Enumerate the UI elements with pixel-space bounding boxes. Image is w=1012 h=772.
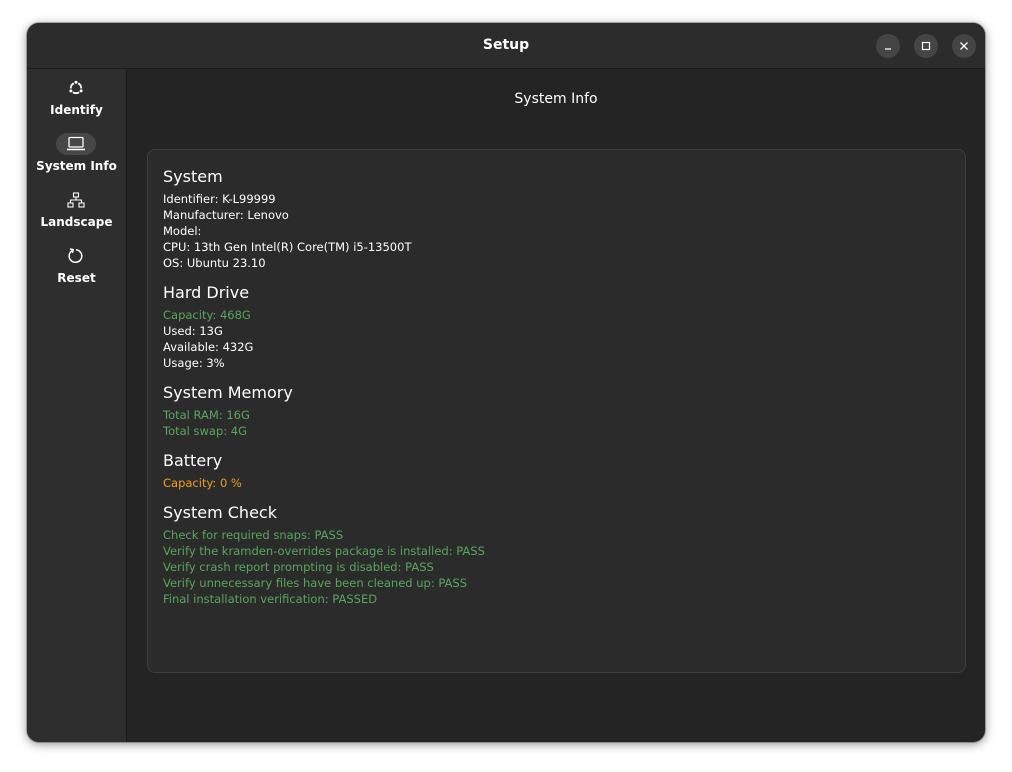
- sidebar-item-reset[interactable]: Reset: [27, 245, 126, 301]
- system-check-item: Verify the kramden-overrides package is …: [163, 544, 485, 558]
- hard-drive-capacity: Capacity: 468G: [163, 308, 251, 322]
- close-button[interactable]: [952, 34, 976, 58]
- maximize-button[interactable]: [914, 34, 938, 58]
- memory-total-ram: Total RAM: 16G: [163, 408, 250, 422]
- section-heading-memory: System Memory: [163, 383, 293, 402]
- system-os: OS: Ubuntu 23.10: [163, 256, 266, 270]
- memory-total-swap: Total swap: 4G: [163, 424, 248, 438]
- hard-drive-available: Available: 432G: [163, 340, 254, 354]
- battery-capacity: Capacity: 0 %: [163, 476, 242, 490]
- sidebar-item-identify[interactable]: Identify: [27, 77, 126, 133]
- sidebar-item-label: Landscape: [40, 215, 113, 229]
- section-heading-system: System: [163, 167, 223, 186]
- sidebar: Identify System Info Landscape Reset: [27, 69, 127, 742]
- close-icon: [960, 42, 968, 50]
- minimize-button[interactable]: [876, 34, 900, 58]
- network-icon: [56, 189, 96, 211]
- sidebar-item-landscape[interactable]: Landscape: [27, 189, 126, 245]
- computer-icon: [56, 133, 96, 155]
- section-heading-hard-drive: Hard Drive: [163, 283, 250, 302]
- ubuntu-logo-icon: [56, 77, 96, 99]
- hard-drive-used: Used: 13G: [163, 324, 223, 338]
- section-heading-battery: Battery: [163, 451, 223, 470]
- section-heading-system-check: System Check: [163, 503, 277, 522]
- reset-icon: [56, 245, 96, 267]
- minimize-icon: [885, 48, 891, 50]
- page-title: System Info: [514, 91, 598, 107]
- maximize-icon: [921, 41, 931, 51]
- system-info-card: System Identifier: K-L99999 Manufacturer…: [147, 149, 966, 673]
- sidebar-item-label: Reset: [57, 271, 96, 285]
- system-manufacturer: Manufacturer: Lenovo: [163, 208, 289, 222]
- system-cpu: CPU: 13th Gen Intel(R) Core(TM) i5-13500…: [163, 240, 412, 254]
- system-identifier: Identifier: K-L99999: [163, 192, 276, 206]
- main-content: System Info System Identifier: K-L99999 …: [127, 69, 985, 742]
- sidebar-item-system-info[interactable]: System Info: [27, 133, 126, 189]
- sidebar-item-label: Identify: [50, 103, 103, 117]
- setup-window: Setup Identify System Info Landscape Res…: [27, 23, 985, 742]
- system-check-item: Verify unnecessary files have been clean…: [163, 576, 468, 590]
- window-title: Setup: [482, 37, 530, 53]
- sidebar-item-label: System Info: [36, 159, 117, 173]
- system-check-item: Check for required snaps: PASS: [163, 528, 344, 542]
- system-check-item: Verify crash report prompting is disable…: [163, 560, 434, 574]
- hard-drive-usage: Usage: 3%: [163, 356, 225, 370]
- title-bar[interactable]: Setup: [27, 23, 985, 69]
- system-model: Model:: [163, 224, 202, 238]
- system-check-item: Final installation verification: PASSED: [163, 592, 378, 606]
